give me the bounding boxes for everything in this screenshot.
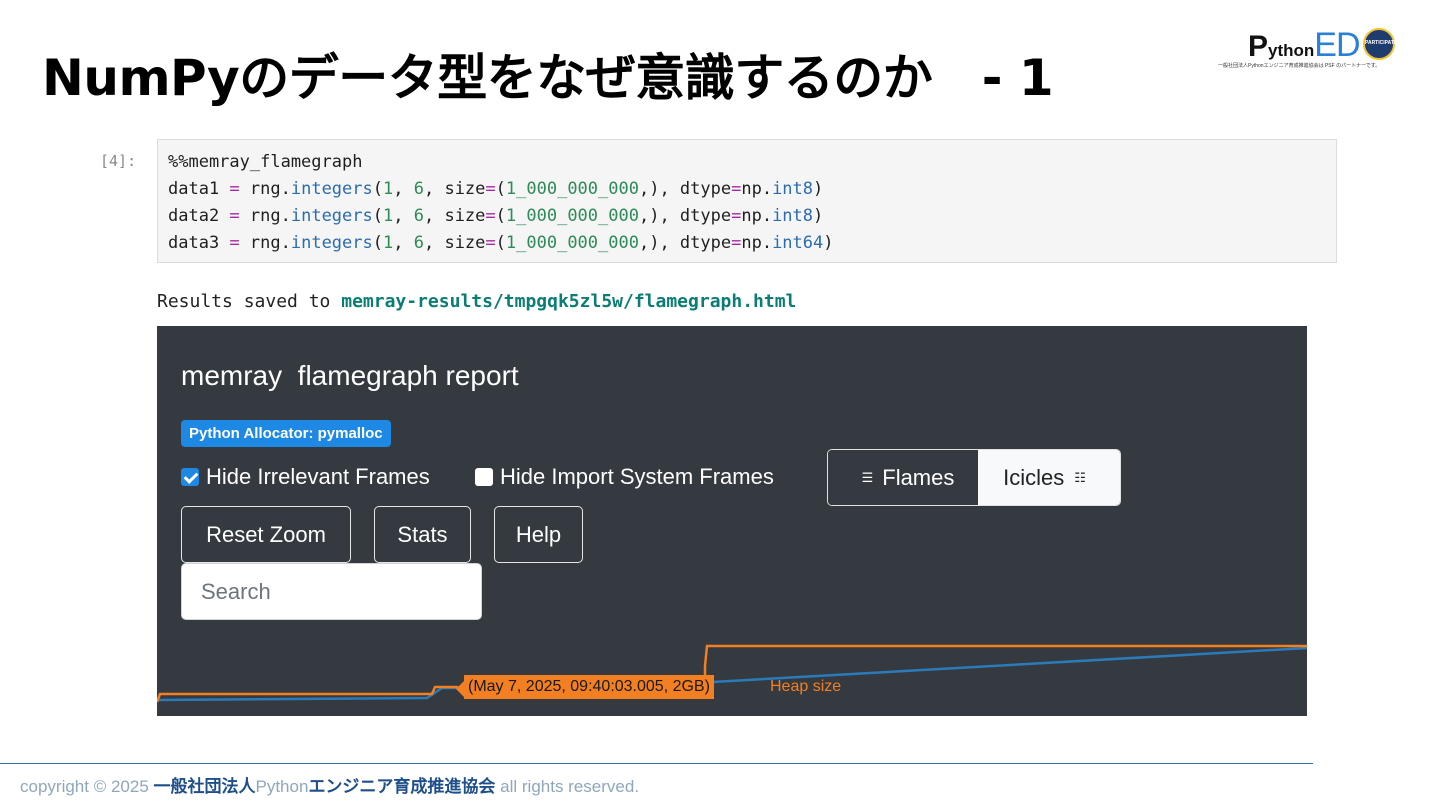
code-token: =	[485, 206, 496, 226]
logo-subtext: 一般社団法人Pythonエンジニア育成推進協会は PSF のパートナーです。	[1218, 63, 1381, 69]
icicles-toggle[interactable]: Icicles ☷	[977, 450, 1120, 505]
code-token: )	[813, 179, 824, 199]
python-ed-logo: PythonED PARTICIPATING 一般社団法人Pythonエンジニア…	[1218, 26, 1418, 74]
view-toggle-group: ☰ Flames Icicles ☷	[827, 449, 1121, 506]
help-button[interactable]: Help	[494, 506, 583, 563]
code-token: np.	[741, 179, 773, 199]
code-cell[interactable]: %%memray_flamegraph data1 = rng.integers…	[157, 139, 1337, 263]
code-token: 6	[413, 233, 424, 253]
code-magic-line: %%memray_flamegraph	[168, 152, 363, 172]
cell-prompt: [4]:	[100, 152, 137, 170]
report-title: memray flamegraph report	[181, 360, 519, 391]
code-token: int8	[772, 179, 814, 199]
code-token: =	[485, 233, 496, 253]
search-input[interactable]	[181, 563, 482, 620]
code-token: )	[813, 206, 824, 226]
hide-import-label: Hide Import System Frames	[500, 464, 774, 489]
code-token: =	[219, 179, 250, 199]
flamegraph-report-panel: memray flamegraph report Python Allocato…	[157, 326, 1307, 716]
code-token: =	[219, 206, 250, 226]
code-token: , size	[423, 179, 486, 199]
code-token: rng.	[249, 233, 291, 253]
code-token: (	[495, 233, 506, 253]
code-token: ,), dtype	[638, 206, 732, 226]
code-token: data1	[168, 179, 220, 199]
checkbox-unchecked-icon[interactable]	[475, 468, 493, 486]
code-token: , size	[423, 233, 486, 253]
footer-copyright: copyright © 2025 一般社団法人Pythonエンジニア育成推進協会…	[20, 777, 640, 796]
flames-icon: ☰	[861, 469, 874, 485]
footer-divider	[0, 763, 1313, 764]
code-token: rng.	[249, 179, 291, 199]
code-token: 1_000_000_000	[505, 206, 639, 226]
code-token: np.	[741, 233, 773, 253]
code-token: (	[495, 206, 506, 226]
hide-irrelevant-frames-checkbox[interactable]: Hide Irrelevant Frames	[181, 464, 430, 490]
memory-usage-chart[interactable]	[157, 626, 1307, 716]
code-token: )	[823, 233, 834, 253]
code-token: int8	[772, 206, 814, 226]
icicles-icon: ☷	[1074, 469, 1086, 485]
code-token: data2	[168, 206, 220, 226]
code-line: data3 = rng.integers(1, 6, size=(1_000_0…	[168, 230, 1326, 257]
code-token: ,	[393, 233, 414, 253]
hide-import-system-frames-checkbox[interactable]: Hide Import System Frames	[475, 464, 774, 490]
icicles-label: Icicles	[1003, 464, 1065, 490]
code-token: =	[731, 233, 742, 253]
allocator-badge: Python Allocator: pymalloc	[181, 420, 391, 447]
logo-wordmark: PythonED	[1248, 26, 1361, 64]
code-token: (	[372, 206, 383, 226]
code-token: data3	[168, 233, 220, 253]
code-token: =	[485, 179, 496, 199]
psf-participating-badge-icon: PARTICIPATING	[1363, 28, 1403, 60]
code-token: int64	[772, 233, 824, 253]
slide-title: NumPyのデータ型をなぜ意識するのか - 1	[42, 49, 1054, 107]
code-token: =	[219, 233, 250, 253]
code-token: ,	[393, 206, 414, 226]
code-token: 6	[413, 206, 424, 226]
resident-size-line	[157, 646, 1307, 702]
heap-size-label: Heap size	[770, 678, 842, 695]
code-token: (	[372, 179, 383, 199]
code-token: 1	[383, 233, 394, 253]
code-token: ,), dtype	[638, 233, 732, 253]
code-token: =	[731, 179, 742, 199]
code-line: data2 = rng.integers(1, 6, size=(1_000_0…	[168, 203, 1326, 230]
checkbox-checked-icon[interactable]	[181, 468, 199, 486]
hide-irrelevant-label: Hide Irrelevant Frames	[206, 464, 430, 489]
code-token: =	[731, 206, 742, 226]
code-token: integers	[290, 206, 373, 226]
results-line: Results saved to memray-results/tmpgqk5z…	[157, 291, 796, 312]
stats-button[interactable]: Stats	[374, 506, 471, 563]
code-lines: data1 = rng.integers(1, 6, size=(1_000_0…	[168, 176, 1326, 257]
reset-zoom-button[interactable]: Reset Zoom	[181, 506, 351, 563]
flames-label: Flames	[882, 464, 955, 490]
code-token: integers	[290, 179, 373, 199]
results-prefix: Results saved to	[157, 291, 342, 312]
code-token: (	[372, 233, 383, 253]
results-link[interactable]: memray-results/tmpgqk5zl5w/flamegraph.ht…	[341, 291, 796, 312]
code-token: 1_000_000_000	[505, 233, 639, 253]
code-token: (	[495, 179, 506, 199]
code-token: 1	[383, 179, 394, 199]
heap-size-line	[157, 644, 1307, 703]
code-token: 1_000_000_000	[505, 179, 639, 199]
chart-tooltip: (May 7, 2025, 09:40:03.005, 2GB)	[456, 675, 714, 699]
code-token: integers	[290, 233, 373, 253]
code-token: rng.	[249, 206, 291, 226]
code-token: ,), dtype	[638, 179, 732, 199]
code-token: 1	[383, 206, 394, 226]
code-token: 6	[413, 179, 424, 199]
flames-toggle[interactable]: ☰ Flames	[828, 450, 978, 505]
code-token: , size	[423, 206, 486, 226]
code-token: ,	[393, 179, 414, 199]
code-line: data1 = rng.integers(1, 6, size=(1_000_0…	[168, 176, 1326, 203]
code-token: np.	[741, 206, 773, 226]
